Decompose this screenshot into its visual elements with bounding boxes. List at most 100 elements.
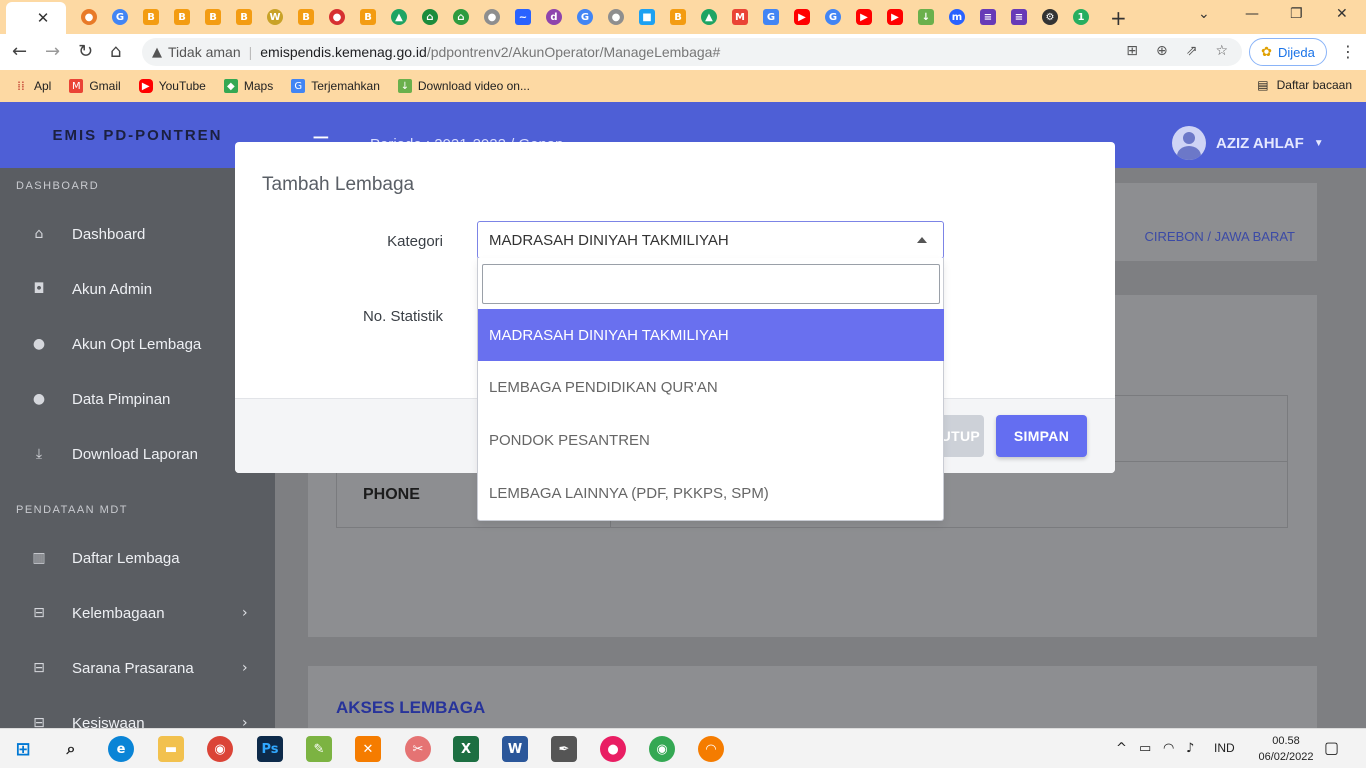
forward-icon[interactable]: → xyxy=(45,42,60,62)
warning-icon[interactable]: ▲ xyxy=(152,45,162,60)
bookmark-maps[interactable]: ◆ Maps xyxy=(223,79,273,93)
tab[interactable]: ● xyxy=(76,4,102,30)
reading-list[interactable]: ▤ Daftar bacaan xyxy=(1257,78,1352,92)
tab[interactable]: G xyxy=(572,4,598,30)
notification-icon[interactable]: ▢ xyxy=(1324,738,1339,757)
tab[interactable]: G xyxy=(820,4,846,30)
close-tab-icon[interactable]: ✕ xyxy=(37,9,50,27)
tab[interactable]: ▲ xyxy=(696,4,722,30)
tab-search-icon[interactable]: ⌄ xyxy=(1198,6,1210,22)
word-icon[interactable]: W xyxy=(502,736,528,762)
app-icon[interactable]: ◠ xyxy=(698,736,724,762)
dropdown-option-lembaga-lainnya[interactable]: LEMBAGA LAINNYA (PDF, PKKPS, SPM) xyxy=(478,467,944,519)
tab[interactable]: B xyxy=(665,4,691,30)
translate-icon[interactable]: ⊞ xyxy=(1126,43,1138,59)
tab[interactable]: ⚙ xyxy=(1037,4,1063,30)
bookmark-apps[interactable]: ⁞⁞ Apl xyxy=(14,79,51,93)
tab[interactable]: ▶ xyxy=(851,4,877,30)
tab[interactable]: ● xyxy=(603,4,629,30)
bookmark-translate[interactable]: G Terjemahkan xyxy=(291,79,380,93)
bookmark-gmail[interactable]: M Gmail xyxy=(69,79,121,93)
tab[interactable]: G xyxy=(758,4,784,30)
tab[interactable]: W xyxy=(262,4,288,30)
language-indicator[interactable]: IND xyxy=(1214,741,1235,755)
search-icon[interactable]: ⌕ xyxy=(58,736,84,762)
show-hidden-icons[interactable]: ^ xyxy=(1116,741,1127,756)
tool-icon[interactable]: ✒ xyxy=(551,736,577,762)
sidebar-item-akun-opt-lembaga[interactable]: ● Akun Opt Lembaga xyxy=(0,324,275,364)
tab[interactable]: ▶ xyxy=(789,4,815,30)
user-menu[interactable]: AZIZ AHLAF ▼ xyxy=(1172,126,1324,160)
app-brand[interactable]: EMIS PD-PONTREN xyxy=(0,102,275,168)
active-tab[interactable]: ✕ xyxy=(6,2,66,34)
breadcrumb[interactable]: CIREBON / JAWA BARAT xyxy=(1145,229,1295,244)
sidebar-item-data-pimpinan[interactable]: ● Data Pimpinan xyxy=(0,379,275,419)
tab[interactable]: ● xyxy=(479,4,505,30)
tab[interactable]: ⌂ xyxy=(448,4,474,30)
drop-icon[interactable]: ● xyxy=(600,736,626,762)
dropdown-option-mdt[interactable]: MADRASAH DINIYAH TAKMILIYAH xyxy=(478,309,944,361)
tab[interactable]: ▶ xyxy=(882,4,908,30)
sidebar-item-akun-admin[interactable]: ◘ Akun Admin xyxy=(0,269,275,309)
tab[interactable]: B xyxy=(200,4,226,30)
back-icon[interactable]: ← xyxy=(12,42,27,62)
windows-start-icon[interactable]: ⊞ xyxy=(10,736,36,762)
tab[interactable]: 1 xyxy=(1068,4,1094,30)
tab[interactable]: ■ xyxy=(634,4,660,30)
tab[interactable]: ● xyxy=(324,4,350,30)
taskbar-clock[interactable]: 00.58 06/02/2022 xyxy=(1254,733,1318,765)
tab[interactable]: M xyxy=(727,4,753,30)
dropdown-option-lpq[interactable]: LEMBAGA PENDIDIKAN QUR'AN xyxy=(478,361,944,413)
paint-icon[interactable]: ✂ xyxy=(405,736,431,762)
reload-icon[interactable]: ↻ xyxy=(78,42,93,62)
file-explorer-icon[interactable]: ▬ xyxy=(158,736,184,762)
wifi-icon[interactable]: ◠ xyxy=(1163,741,1174,756)
excel-icon[interactable]: X xyxy=(453,736,479,762)
dropdown-search-input[interactable] xyxy=(482,264,940,304)
chrome-icon[interactable]: ◉ xyxy=(207,736,233,762)
tab[interactable]: B xyxy=(138,4,164,30)
simpan-button[interactable]: SIMPAN xyxy=(996,415,1087,457)
browser-menu-icon[interactable]: ⋮ xyxy=(1340,42,1356,61)
url-omnibox[interactable]: ▲ Tidak aman | emispendis.kemenag.go.id /… xyxy=(142,38,1242,66)
tab[interactable]: B xyxy=(169,4,195,30)
tab[interactable]: B xyxy=(293,4,319,30)
tab[interactable]: ↓ xyxy=(913,4,939,30)
sidebar-item-daftar-lembaga[interactable]: ▥ Daftar Lembaga xyxy=(0,538,275,578)
tab[interactable]: ≡ xyxy=(975,4,1001,30)
tab[interactable]: B xyxy=(355,4,381,30)
battery-icon[interactable]: ▭ xyxy=(1139,741,1151,756)
kategori-select[interactable]: MADRASAH DINIYAH TAKMILIYAH xyxy=(477,221,944,259)
tab[interactable]: ▲ xyxy=(386,4,412,30)
new-tab-icon[interactable]: + xyxy=(1110,6,1127,30)
tab[interactable]: ⌂ xyxy=(417,4,443,30)
chrome-profile-icon[interactable]: ◉ xyxy=(649,736,675,762)
tab[interactable]: B xyxy=(231,4,257,30)
sidebar-item-kelembagaan[interactable]: ⊟ Kelembagaan › xyxy=(0,593,275,633)
sidebar-item-download-laporan[interactable]: ⤓ Download Laporan xyxy=(0,434,275,474)
restore-icon[interactable]: ❐ xyxy=(1290,6,1303,22)
bookmark-youtube[interactable]: ▶ YouTube xyxy=(138,79,206,93)
tab[interactable]: G xyxy=(107,4,133,30)
insecure-label[interactable]: Tidak aman xyxy=(168,44,241,60)
dropdown-option-pondok-pesantren[interactable]: PONDOK PESANTREN xyxy=(478,414,944,466)
sidebar-item-sarana-prasarana[interactable]: ⊟ Sarana Prasarana › xyxy=(0,648,275,688)
sidebar-item-kesiswaan[interactable]: ⊟ Kesiswaan › xyxy=(0,703,275,729)
minimize-icon[interactable]: — xyxy=(1245,6,1259,22)
share-icon[interactable]: ⇗ xyxy=(1186,43,1198,59)
profile-button[interactable]: ✿ Dijeda xyxy=(1249,38,1327,66)
home-icon[interactable]: ⌂ xyxy=(110,42,121,62)
tab[interactable]: m xyxy=(944,4,970,30)
xampp-icon[interactable]: ✕ xyxy=(355,736,381,762)
sidebar-item-dashboard[interactable]: ⌂ Dashboard xyxy=(0,214,275,254)
photoshop-icon[interactable]: Ps xyxy=(257,736,283,762)
tab[interactable]: ~ xyxy=(510,4,536,30)
tab[interactable]: d xyxy=(541,4,567,30)
bookmark-star-icon[interactable]: ☆ xyxy=(1215,43,1228,59)
edge-icon[interactable]: e xyxy=(108,736,134,762)
volume-icon[interactable]: ♪ xyxy=(1186,741,1194,756)
zoom-icon[interactable]: ⊕ xyxy=(1156,43,1168,59)
tab[interactable]: ≡ xyxy=(1006,4,1032,30)
bookmark-download-video[interactable]: ↓ Download video on... xyxy=(397,79,530,93)
spreadsheet-icon[interactable]: ✎ xyxy=(306,736,332,762)
